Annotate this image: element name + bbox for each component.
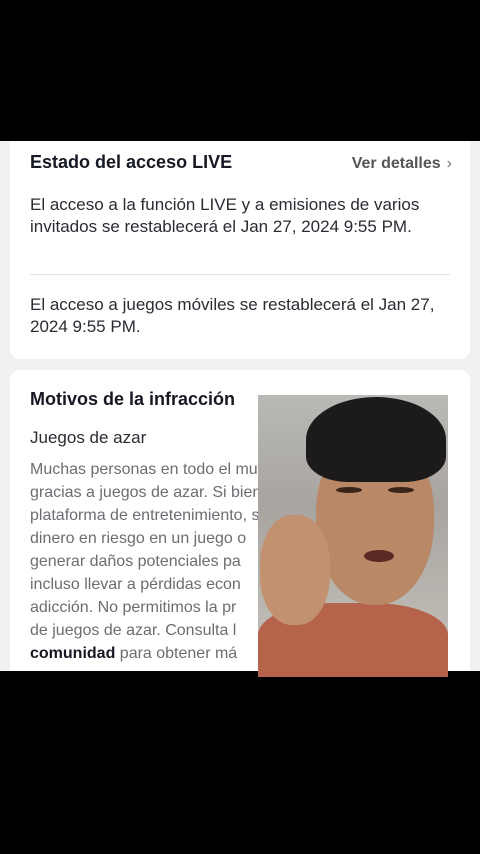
person-video-overlay bbox=[258, 395, 448, 677]
mobile-games-notice: El acceso a juegos móviles se restablece… bbox=[30, 295, 435, 336]
view-details-label: Ver detalles bbox=[351, 155, 441, 172]
view-details-link[interactable]: Ver detalles › bbox=[352, 155, 452, 173]
person-hair bbox=[306, 397, 446, 482]
left-eye bbox=[336, 487, 362, 493]
divider bbox=[30, 274, 450, 275]
violation-title: Motivos de la infracción bbox=[30, 389, 236, 409]
community-guidelines-link[interactable]: comunidad bbox=[30, 645, 115, 662]
description-tail: para obtener má bbox=[115, 645, 238, 662]
access-status-title: Estado del acceso LIVE bbox=[30, 152, 233, 172]
person-hand bbox=[260, 515, 330, 625]
person-mouth bbox=[364, 550, 394, 562]
access-status-card: Estado del acceso LIVE Ver detalles › El … bbox=[10, 141, 470, 359]
right-eye bbox=[388, 487, 414, 493]
live-access-notice: El acceso a la función LIVE y a emisione… bbox=[30, 195, 420, 236]
violation-category: Juegos de azar bbox=[30, 428, 147, 447]
chevron-right-icon: › bbox=[446, 155, 452, 172]
